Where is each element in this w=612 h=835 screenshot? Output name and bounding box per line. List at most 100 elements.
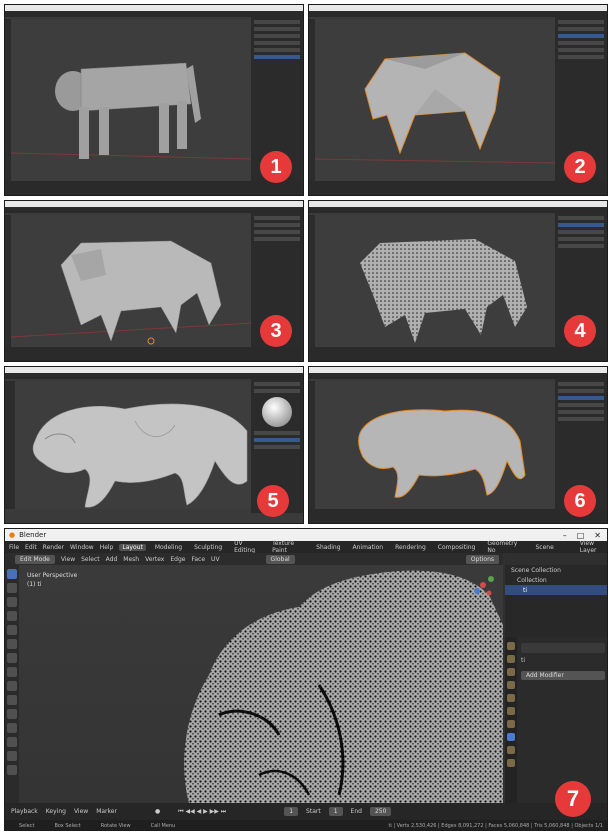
annotate-tool-icon[interactable] <box>7 639 17 649</box>
viewport[interactable] <box>315 215 555 347</box>
record-button[interactable]: ● <box>155 808 160 815</box>
header-menu-edge[interactable]: Edge <box>170 556 185 563</box>
maximize-button[interactable]: □ <box>577 531 585 540</box>
start-frame-label: Start <box>306 808 321 815</box>
menu-window[interactable]: Window <box>70 544 94 551</box>
tab-layout[interactable]: Layout <box>119 543 146 551</box>
tab-modeling[interactable]: Modeling <box>152 544 185 551</box>
tab-animation[interactable]: Animation <box>350 544 387 551</box>
refined-tiger-model <box>11 240 253 345</box>
end-frame-label: End <box>350 808 362 815</box>
move-tool-icon[interactable] <box>7 597 17 607</box>
mode-selector[interactable]: Edit Mode <box>15 554 55 564</box>
blockout-tiger-model <box>11 62 253 160</box>
header-menu-uv[interactable]: UV <box>211 556 220 563</box>
measure-tool-icon[interactable] <box>7 653 17 663</box>
sculpt-brush-toolbar <box>5 381 15 509</box>
tab-rendering[interactable]: Rendering <box>392 544 429 551</box>
world-tab-icon[interactable] <box>507 707 515 715</box>
spin-tool-icon[interactable] <box>7 751 17 761</box>
outliner-item-object[interactable]: ti <box>505 585 607 595</box>
tab-geometry-nodes[interactable]: Geometry No <box>484 540 523 554</box>
timeline <box>309 509 607 523</box>
header-menu-select[interactable]: Select <box>81 556 100 563</box>
lowpoly-tiger-model <box>315 52 557 164</box>
viewport-header: Edit Mode View Select Add Mesh Vertex Ed… <box>5 553 503 565</box>
outliner-header <box>505 553 607 565</box>
scale-tool-icon[interactable] <box>7 625 17 635</box>
extrude-tool-icon[interactable] <box>7 667 17 677</box>
rotate-tool-icon[interactable] <box>7 611 17 621</box>
tool-tab-icon[interactable] <box>507 642 515 650</box>
viewport-3d[interactable]: User Perspective (1) ti <box>19 565 503 803</box>
status-select-hint: Select <box>19 823 35 829</box>
menu-help[interactable]: Help <box>100 544 114 551</box>
cursor-tool-icon[interactable] <box>7 583 17 593</box>
minimize-button[interactable]: – <box>563 531 567 540</box>
viewport[interactable] <box>15 381 251 509</box>
object-tab-icon[interactable] <box>507 720 515 728</box>
options-dropdown[interactable]: Options <box>465 554 499 564</box>
viewport[interactable] <box>11 19 253 181</box>
timeline <box>309 347 607 361</box>
navigation-gizmo-icon[interactable] <box>469 571 497 599</box>
outliner-item-scene-collection[interactable]: Scene Collection <box>505 565 607 575</box>
outliner-item-collection[interactable]: Collection <box>505 575 607 585</box>
header-menu-mesh[interactable]: Mesh <box>123 556 139 563</box>
top-menu-bar: File Edit Render Window Help Layout Mode… <box>5 540 607 554</box>
viewport[interactable] <box>11 215 253 347</box>
particles-tab-icon[interactable] <box>507 746 515 754</box>
close-button[interactable]: ✕ <box>594 531 601 540</box>
tab-shading[interactable]: Shading <box>313 544 343 551</box>
viewport-perspective-label: User Perspective <box>27 572 78 579</box>
scene-tab-icon[interactable] <box>507 694 515 702</box>
blender-logo-icon: ● <box>9 531 16 539</box>
scene-selector[interactable]: Scene <box>535 544 553 551</box>
poly-build-tool-icon[interactable] <box>7 737 17 747</box>
knife-tool-icon[interactable] <box>7 723 17 733</box>
physics-tab-icon[interactable] <box>507 759 515 767</box>
viewport[interactable] <box>315 19 557 181</box>
tab-uv-editing[interactable]: UV Editing <box>231 540 263 554</box>
properties-object-name: ti <box>521 657 526 664</box>
timeline-view-menu[interactable]: View <box>74 808 88 815</box>
output-tab-icon[interactable] <box>507 668 515 676</box>
modifier-tab-icon[interactable] <box>507 733 515 741</box>
properties-search-input[interactable] <box>521 643 605 653</box>
tab-sculpting[interactable]: Sculpting <box>191 544 225 551</box>
transform-orientation-selector[interactable]: Global <box>265 554 295 564</box>
properties-tabs <box>505 637 517 803</box>
menu-render[interactable]: Render <box>43 544 64 551</box>
header-menu-view[interactable]: View <box>61 556 75 563</box>
inset-tool-icon[interactable] <box>7 681 17 691</box>
select-tool-icon[interactable] <box>7 569 17 579</box>
render-tab-icon[interactable] <box>507 655 515 663</box>
start-frame-field[interactable]: 1 <box>328 807 343 816</box>
timeline-marker-menu[interactable]: Marker <box>96 808 117 815</box>
menu-file[interactable]: File <box>9 544 19 551</box>
menu-edit[interactable]: Edit <box>25 544 37 551</box>
playback-controls[interactable]: ⏮ ◀◀ ◀ ▶ ▶▶ ⏭ <box>178 808 226 816</box>
status-menu-hint: Call Menu <box>150 823 176 829</box>
timeline <box>309 181 607 195</box>
status-rotate-hint: Rotate View <box>100 823 131 829</box>
header-menu-vertex[interactable]: Vertex <box>145 556 164 563</box>
end-frame-field[interactable]: 250 <box>369 807 392 816</box>
view-layer-selector[interactable]: View Layer <box>580 540 607 554</box>
view-layer-tab-icon[interactable] <box>507 681 515 689</box>
timeline-keying-menu[interactable]: Keying <box>46 808 66 815</box>
tab-texture-paint[interactable]: Texture Paint <box>269 540 307 554</box>
viewport[interactable] <box>315 381 555 509</box>
loop-cut-tool-icon[interactable] <box>7 709 17 719</box>
timeline-playback-menu[interactable]: Playback <box>11 808 38 815</box>
current-frame-field[interactable]: 1 <box>284 807 299 816</box>
tab-compositing[interactable]: Compositing <box>435 544 479 551</box>
header-menu-face[interactable]: Face <box>191 556 205 563</box>
step-6-panel: 6 <box>308 366 608 524</box>
properties-editor: ti Add Modifier <box>505 637 607 803</box>
smooth-tool-icon[interactable] <box>7 765 17 775</box>
tiger-head-mesh <box>19 565 503 803</box>
add-modifier-button[interactable]: Add Modifier <box>521 671 605 680</box>
header-menu-add[interactable]: Add <box>106 556 118 563</box>
bevel-tool-icon[interactable] <box>7 695 17 705</box>
